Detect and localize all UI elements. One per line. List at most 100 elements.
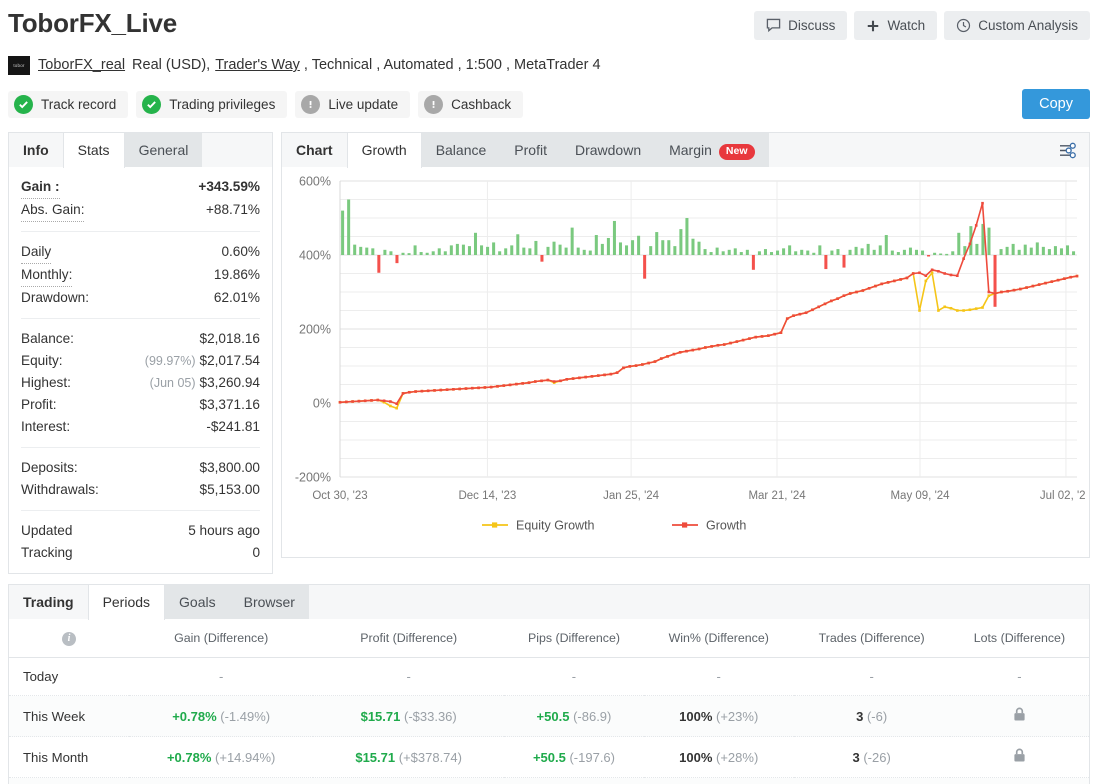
- broker-link[interactable]: Trader's Way: [215, 57, 300, 73]
- stats-group-meta: Updated 5 hours ago Tracking 0: [21, 511, 260, 573]
- tab-goals[interactable]: Goals: [165, 585, 230, 619]
- stat-label: Balance:: [21, 331, 74, 346]
- tab-margin[interactable]: Margin New: [655, 133, 769, 167]
- chart-bar: [914, 249, 919, 255]
- chart-bar: [1047, 249, 1051, 255]
- x-axis-tick-label: Mar 21, '24: [748, 490, 806, 502]
- stat-row-interest: Interest: -$241.81: [21, 416, 260, 438]
- chart-bar: [872, 249, 876, 255]
- chart-bar: [437, 248, 441, 255]
- row-period-label: This Week: [9, 695, 129, 737]
- tab-growth[interactable]: Growth: [346, 133, 422, 168]
- chart-bar: [1066, 245, 1070, 255]
- copy-button[interactable]: Copy: [1022, 89, 1090, 119]
- chart-bar: [715, 247, 719, 255]
- custom-analysis-button[interactable]: Custom Analysis: [944, 11, 1090, 40]
- chart-bar: [812, 252, 816, 255]
- chart-bar: [866, 243, 870, 255]
- chart-bar: [504, 248, 508, 255]
- chart-point: [464, 387, 468, 390]
- tab-margin-label: Margin: [669, 142, 712, 158]
- chart-bar: [1029, 247, 1033, 255]
- column-header-info: i: [9, 619, 129, 658]
- tab-stats[interactable]: Stats: [62, 133, 125, 168]
- cell-value: -: [1017, 669, 1022, 684]
- chart-bar: [776, 250, 780, 255]
- tab-drawdown[interactable]: Drawdown: [560, 133, 656, 167]
- tab-browser[interactable]: Browser: [229, 585, 309, 619]
- chart-point: [344, 400, 348, 404]
- tab-trading[interactable]: Trading: [9, 585, 88, 619]
- stat-label: Drawdown:: [21, 290, 89, 305]
- chart-bar: [794, 251, 798, 255]
- chart-point: [779, 331, 783, 334]
- tab-periods[interactable]: Periods: [87, 585, 166, 620]
- stat-label[interactable]: Abs. Gain:: [21, 199, 85, 222]
- chart-point: [672, 352, 676, 356]
- cell-value: -: [406, 669, 411, 684]
- status-badge-row: Track record Trading privileges Live upd…: [0, 76, 1098, 120]
- x-axis-tick-label: May 09, '24: [890, 490, 950, 502]
- tab-chart[interactable]: Chart: [282, 133, 347, 167]
- chart-point: [993, 292, 997, 295]
- tab-balance[interactable]: Balance: [421, 133, 501, 167]
- chart-bar: [788, 245, 792, 255]
- stat-label[interactable]: Daily: [21, 241, 52, 264]
- cell-difference: (-26): [863, 749, 891, 765]
- tab-profit[interactable]: Profit: [500, 133, 561, 167]
- stats-group-funds: Deposits: $3,800.00 Withdrawals: $5,153.…: [21, 448, 260, 511]
- x-axis-tick-label: Oct 30, '23: [312, 490, 367, 502]
- y-axis-tick-label: 200%: [299, 323, 331, 337]
- chart-point: [697, 347, 701, 351]
- legend-label-growth[interactable]: Growth: [706, 519, 746, 533]
- lock-icon: [1013, 707, 1026, 725]
- status-badge-trading-privileges[interactable]: Trading privileges: [136, 90, 288, 118]
- watch-button[interactable]: Watch: [854, 11, 938, 40]
- chart-point: [710, 345, 713, 348]
- chart-bar: [347, 199, 351, 255]
- chart-bar: [637, 235, 641, 255]
- chart-point: [956, 309, 959, 312]
- tab-general[interactable]: General: [124, 133, 203, 167]
- bottom-section: Trading Periods Goals Browser i Gain (Di…: [0, 574, 1098, 784]
- chart-point: [962, 309, 965, 312]
- status-badge-cashback[interactable]: Cashback: [418, 90, 524, 118]
- chart-point: [483, 386, 487, 389]
- chart-point: [760, 335, 764, 338]
- tab-info[interactable]: Info: [9, 133, 63, 167]
- info-panel: Info Stats General Gain : +343.59% Abs. …: [8, 132, 273, 574]
- stat-value: +343.59%: [198, 179, 260, 194]
- stat-value: $2,018.16: [199, 331, 260, 346]
- growth-chart[interactable]: 600% 400% 200% 0% -200% Oct 30, '23 Dec 14, '2…: [282, 167, 1089, 557]
- table-cell: 3 (-6): [793, 695, 950, 737]
- stat-label[interactable]: Monthly:: [21, 264, 73, 287]
- info-icon[interactable]: i: [62, 632, 76, 646]
- chart-point: [981, 306, 984, 309]
- chart-bar: [697, 241, 701, 255]
- stat-label: Deposits:: [21, 460, 78, 475]
- status-badge-label: Live update: [328, 96, 399, 112]
- custom-analysis-label: Custom Analysis: [978, 18, 1078, 33]
- stat-label: Profit:: [21, 397, 57, 412]
- chart-bar: [353, 244, 357, 255]
- stat-label[interactable]: Gain :: [21, 176, 60, 199]
- chart-point: [521, 382, 524, 385]
- chart-bar: [945, 253, 949, 256]
- stat-prefix: (99.97%): [144, 354, 196, 368]
- stat-label: Highest:: [21, 375, 71, 390]
- legend-label-equity-growth[interactable]: Equity Growth: [516, 519, 595, 533]
- chart-point: [496, 385, 499, 388]
- status-badge-live-update[interactable]: Live update: [295, 90, 411, 118]
- chart-bar: [643, 255, 647, 279]
- chart-point: [830, 299, 833, 303]
- column-header-winpct: Win% (Difference): [643, 619, 794, 658]
- status-badge-label: Track record: [41, 96, 117, 112]
- status-badge-track-record[interactable]: Track record: [8, 90, 129, 118]
- sliders-icon[interactable]: [1055, 138, 1081, 162]
- chart-point: [628, 365, 632, 368]
- chart-bar: [987, 227, 991, 255]
- account-name-link[interactable]: ToborFX_real: [38, 57, 125, 73]
- discuss-button[interactable]: Discuss: [754, 11, 848, 40]
- chart-bar: [600, 243, 604, 255]
- chart-bar: [999, 249, 1003, 255]
